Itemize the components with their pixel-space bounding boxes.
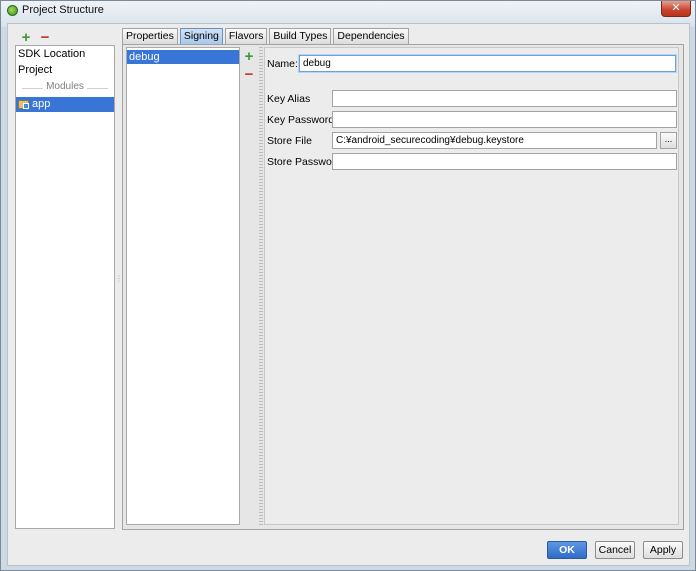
title-bar: Project Structure ✕	[1, 1, 695, 21]
apply-button[interactable]: Apply	[643, 541, 683, 559]
sidebar-item-sdk-location[interactable]: SDK Location	[16, 47, 114, 62]
store-file-label: Store File	[267, 135, 312, 147]
store-password-field[interactable]	[332, 153, 677, 170]
name-field[interactable]: debug	[299, 55, 676, 72]
sidebar-item-project[interactable]: Project	[16, 63, 114, 78]
tab-signing[interactable]: Signing	[179, 28, 223, 44]
module-folder-icon	[18, 100, 29, 109]
dialog-body: + − SDK Location Project Modules app ⋮ P…	[7, 23, 690, 566]
modules-separator: Modules	[16, 81, 114, 95]
window-title: Project Structure	[22, 4, 104, 16]
modules-label: Modules	[43, 81, 87, 92]
remove-config-icon[interactable]: −	[241, 67, 257, 83]
tab-flavors[interactable]: Flavors	[224, 28, 268, 44]
module-item-label: app	[32, 98, 51, 110]
module-item-app[interactable]: app	[16, 97, 114, 112]
add-icon[interactable]: +	[18, 30, 34, 46]
browse-button[interactable]: ...	[660, 132, 677, 149]
signing-panel: debug + − Name: debug Key Alias Key Pass…	[122, 44, 684, 530]
pane-splitter[interactable]	[259, 47, 263, 525]
panel-splitter[interactable]: ⋮	[115, 274, 123, 288]
store-password-label: Store Password	[267, 156, 342, 168]
key-password-field[interactable]	[332, 111, 677, 128]
store-file-field[interactable]: C:¥android_securecoding¥debug.keystore	[332, 132, 657, 149]
close-button[interactable]: ✕	[661, 1, 691, 17]
tab-properties[interactable]: Properties	[122, 28, 178, 44]
android-studio-icon	[7, 5, 18, 16]
name-label: Name:	[267, 58, 298, 70]
module-tabs: Properties Signing Flavors Build Types D…	[122, 28, 411, 44]
key-alias-label: Key Alias	[267, 93, 311, 105]
config-toolbar: + −	[241, 49, 259, 85]
project-structure-window: Project Structure ✕ + − SDK Location Pro…	[0, 0, 696, 571]
ok-button[interactable]: OK	[547, 541, 587, 559]
structure-list: SDK Location Project Modules app	[15, 45, 115, 529]
add-config-icon[interactable]: +	[241, 49, 257, 65]
cancel-button[interactable]: Cancel	[595, 541, 635, 559]
signing-config-list: debug	[126, 47, 240, 525]
list-item[interactable]: debug	[127, 50, 239, 64]
remove-icon[interactable]: −	[37, 30, 53, 46]
key-password-label: Key Password	[267, 114, 335, 126]
key-alias-field[interactable]	[332, 90, 677, 107]
left-toolbar: + −	[18, 30, 53, 46]
tab-build-types[interactable]: Build Types	[269, 28, 332, 44]
signing-form: Name: debug Key Alias Key Password Store…	[264, 47, 679, 525]
tab-dependencies[interactable]: Dependencies	[333, 28, 409, 44]
